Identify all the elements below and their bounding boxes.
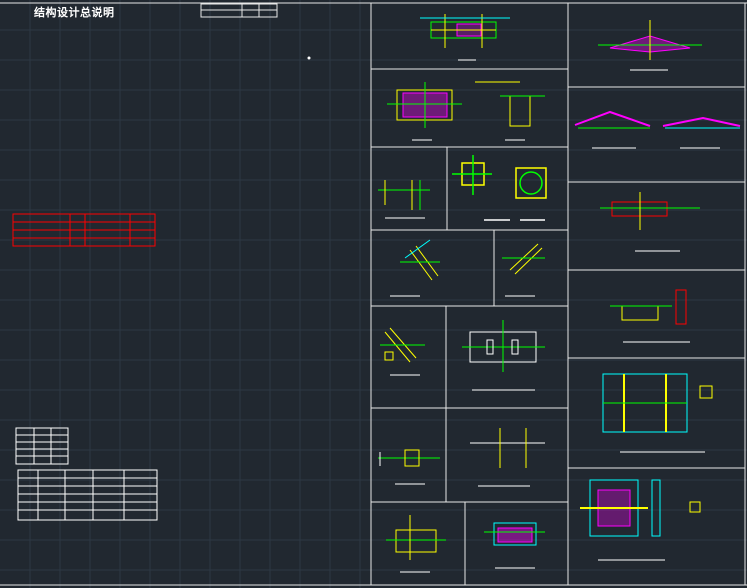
detail-anchor-left [386,515,446,573]
white-table-large [17,469,158,521]
right-panel-grid [568,86,745,469]
detail-angle-joint [380,327,425,376]
background-grid [0,0,747,588]
red-table [12,213,156,247]
detail-joint-small [378,180,430,219]
detail-frame-elevation [602,373,713,453]
detail-base-plate [580,479,701,561]
middle-panel-grid [371,68,568,585]
drawing-title: 结构设计总说明 [34,6,115,19]
detail-bolted-beam [600,192,700,252]
detail-column-section [387,81,545,141]
small-marker [307,56,311,60]
detail-anchor-right [484,522,545,569]
detail-column-base [470,428,545,487]
detail-ridge-joint [574,110,741,149]
detail-brace-left [390,239,440,297]
detail-beam-top [420,14,510,61]
detail-beam-seat [378,449,440,485]
detail-column-cap [610,289,690,343]
detail-haunch-top [598,20,702,71]
title-block-table [200,3,278,18]
cad-drawing-canvas[interactable] [0,0,747,588]
